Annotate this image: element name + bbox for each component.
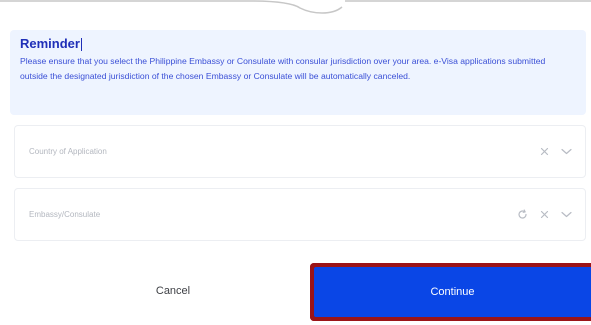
reminder-title-text: Reminder xyxy=(20,36,80,51)
embassy-consulate-placeholder: Embassy/Consulate xyxy=(29,210,101,219)
cancel-button[interactable]: Cancel xyxy=(98,265,248,317)
chevron-down-icon[interactable] xyxy=(555,148,577,155)
evisa-consulate-selection-dialog: Reminder Please ensure that you select t… xyxy=(0,0,591,325)
embassy-consulate-select[interactable]: Embassy/Consulate xyxy=(14,188,586,241)
text-cursor xyxy=(80,37,83,51)
reminder-title: Reminder xyxy=(20,36,576,52)
chevron-down-icon[interactable] xyxy=(555,211,577,218)
clear-icon[interactable] xyxy=(533,210,555,219)
dialog-top-edge xyxy=(0,0,591,14)
continue-button[interactable]: Continue xyxy=(314,267,591,317)
reminder-notice: Reminder Please ensure that you select t… xyxy=(10,30,586,115)
reminder-body: Please ensure that you select the Philip… xyxy=(20,56,546,81)
clear-icon[interactable] xyxy=(533,147,555,156)
refresh-icon[interactable] xyxy=(511,209,533,220)
country-of-application-select[interactable]: Country of Application xyxy=(14,125,586,178)
country-of-application-placeholder: Country of Application xyxy=(29,147,107,156)
